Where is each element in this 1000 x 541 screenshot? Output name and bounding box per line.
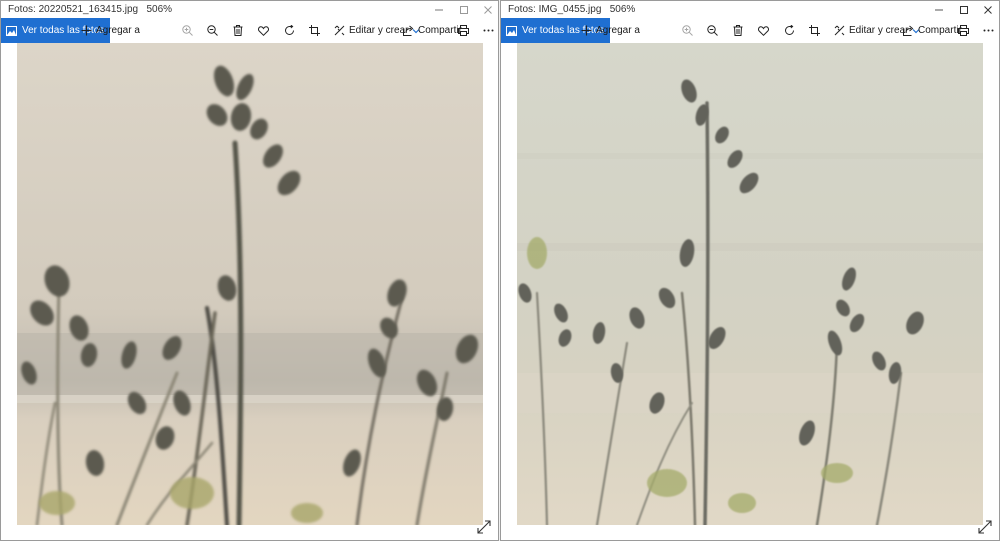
maximize-icon: [960, 5, 968, 14]
favorite-button[interactable]: [258, 18, 269, 43]
title-bar[interactable]: Fotos: IMG_0455.jpg 506%: [501, 1, 999, 18]
crop-button[interactable]: [309, 18, 320, 43]
add-to-button[interactable]: Agregar a: [581, 18, 640, 43]
photos-window-right: Fotos: IMG_0455.jpg 506% Ver todas las f…: [500, 0, 1000, 541]
maximize-icon: [460, 5, 468, 14]
photos-icon: [6, 25, 17, 36]
more-icon: [983, 29, 994, 32]
expand-icon[interactable]: [477, 520, 491, 534]
zoom-out-icon: [707, 25, 718, 36]
share-button[interactable]: Compartir: [903, 18, 962, 43]
zoom-out-button[interactable]: [707, 18, 718, 43]
close-icon: [484, 5, 492, 14]
maximize-button[interactable]: [451, 1, 477, 18]
print-icon: [458, 25, 469, 36]
more-button[interactable]: [983, 18, 994, 43]
close-button[interactable]: [475, 1, 498, 18]
minimize-button[interactable]: [426, 1, 452, 18]
zoom-in-button[interactable]: [182, 18, 193, 43]
share-button[interactable]: Compartir: [403, 18, 462, 43]
window-title: Fotos: IMG_0455.jpg 506%: [508, 4, 636, 15]
rotate-button[interactable]: [784, 18, 795, 43]
zoom-out-button[interactable]: [207, 18, 218, 43]
minimize-icon: [935, 9, 943, 10]
window-title: Fotos: 20220521_163415.jpg 506%: [8, 4, 173, 15]
rotate-icon: [285, 25, 294, 35]
rotate-icon: [785, 25, 794, 35]
close-icon: [984, 5, 992, 14]
edit-create-label: Editar y crear: [349, 25, 409, 36]
zoom-in-icon: [182, 25, 193, 36]
zoom-out-icon: [207, 25, 218, 36]
share-icon: [403, 25, 414, 36]
photo-viewer[interactable]: [1, 43, 498, 540]
command-bar: Ver todas las fotos Agregar a Editar y c…: [501, 18, 999, 43]
add-to-label: Agregar a: [596, 25, 640, 36]
minimize-button[interactable]: [926, 1, 952, 18]
edit-icon: [334, 25, 345, 36]
photos-icon: [506, 25, 517, 36]
zoom-in-icon: [682, 25, 693, 36]
photo-canvas[interactable]: [517, 43, 983, 525]
add-to-label: Agregar a: [96, 25, 140, 36]
photo-viewer[interactable]: [501, 43, 999, 540]
expand-icon[interactable]: [978, 520, 992, 534]
share-label: Compartir: [918, 25, 962, 36]
edit-create-label: Editar y crear: [849, 25, 909, 36]
command-bar: Ver todas las fotos Agregar a Editar y c…: [1, 18, 498, 43]
more-button[interactable]: [483, 18, 494, 43]
share-icon: [903, 25, 914, 36]
more-icon: [483, 29, 494, 32]
add-to-button[interactable]: Agregar a: [81, 18, 140, 43]
print-button[interactable]: [458, 18, 469, 43]
favorite-button[interactable]: [758, 18, 769, 43]
crop-icon: [809, 25, 820, 36]
edit-icon: [834, 25, 845, 36]
trash-icon: [233, 25, 243, 36]
plus-icon: [581, 25, 592, 36]
delete-button[interactable]: [233, 18, 243, 43]
close-button[interactable]: [975, 1, 999, 18]
title-bar[interactable]: Fotos: 20220521_163415.jpg 506%: [1, 1, 498, 18]
zoom-in-button[interactable]: [682, 18, 693, 43]
print-button[interactable]: [958, 18, 969, 43]
heart-icon: [258, 25, 269, 36]
plus-icon: [81, 25, 92, 36]
grass-photo: [517, 43, 983, 525]
maximize-button[interactable]: [951, 1, 977, 18]
photo-canvas[interactable]: [17, 43, 483, 525]
crop-button[interactable]: [809, 18, 820, 43]
photos-window-left: Fotos: 20220521_163415.jpg 506% Ver toda…: [0, 0, 499, 541]
trash-icon: [733, 25, 743, 36]
share-label: Compartir: [418, 25, 462, 36]
print-icon: [958, 25, 969, 36]
minimize-icon: [435, 9, 443, 10]
grass-photo: [17, 43, 483, 525]
heart-icon: [758, 25, 769, 36]
delete-button[interactable]: [733, 18, 743, 43]
rotate-button[interactable]: [284, 18, 295, 43]
crop-icon: [309, 25, 320, 36]
